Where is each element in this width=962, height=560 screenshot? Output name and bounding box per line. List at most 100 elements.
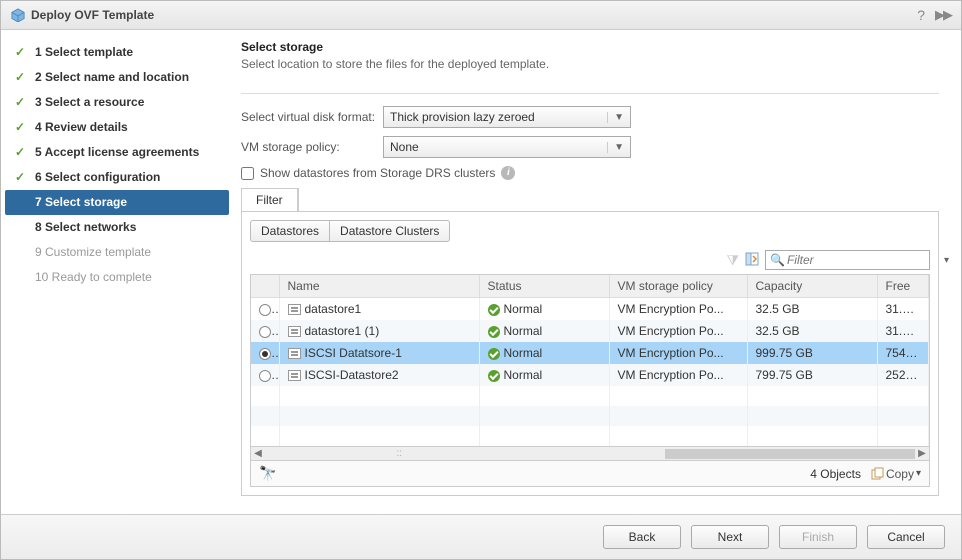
wizard-step-10: ✓ 10 Ready to complete bbox=[1, 265, 233, 290]
check-icon: ✓ bbox=[13, 270, 27, 284]
chevron-down-icon: ▾ bbox=[944, 255, 949, 266]
step-label: 3 Select a resource bbox=[35, 95, 144, 109]
row-radio[interactable] bbox=[259, 326, 271, 338]
wizard-step-3[interactable]: ✓ 3 Select a resource bbox=[1, 90, 233, 115]
status-ok-icon bbox=[488, 304, 500, 316]
wizard-sidebar: ✓1 Select template✓2 Select name and loc… bbox=[1, 30, 233, 514]
page-heading: Select storage bbox=[241, 40, 939, 54]
col-free-header[interactable]: Free bbox=[877, 275, 929, 298]
wizard-step-6[interactable]: ✓6 Select configuration bbox=[1, 165, 233, 190]
row-capacity: 32.5 GB bbox=[756, 302, 800, 316]
check-icon: ✓ bbox=[13, 195, 27, 209]
row-radio[interactable] bbox=[259, 370, 271, 382]
scroll-left-arrow[interactable]: ◀ bbox=[251, 448, 265, 459]
row-name: ISCSI Datatsore-1 bbox=[305, 346, 402, 360]
col-policy-header[interactable]: VM storage policy bbox=[609, 275, 747, 298]
wizard-step-1[interactable]: ✓1 Select template bbox=[1, 40, 233, 65]
row-status: Normal bbox=[504, 324, 543, 338]
step-label: 7 Select storage bbox=[35, 195, 127, 209]
wizard-step-9: ✓9 Customize template bbox=[1, 240, 233, 265]
row-capacity: 799.75 GB bbox=[756, 368, 813, 382]
check-icon: ✓ bbox=[13, 170, 27, 184]
subtab-datastores[interactable]: Datastores bbox=[250, 220, 330, 242]
chevron-down-icon: ▼ bbox=[607, 142, 624, 153]
finish-button: Finish bbox=[779, 525, 857, 549]
vm-policy-label: VM storage policy: bbox=[241, 140, 383, 154]
step-label: 4 Review details bbox=[35, 120, 128, 134]
copy-button[interactable]: Copy ▾ bbox=[871, 467, 921, 481]
expand-icon[interactable]: ▶▶ bbox=[935, 7, 951, 23]
datastore-icon bbox=[288, 348, 301, 359]
button-bar: Back Next Finish Cancel bbox=[1, 514, 961, 559]
column-resize-grip[interactable]: :: bbox=[396, 448, 402, 459]
tab-filter[interactable]: Filter bbox=[242, 189, 298, 211]
filter-tab-strip: Filter bbox=[241, 188, 299, 211]
row-name: datastore1 bbox=[305, 302, 362, 316]
row-radio[interactable] bbox=[259, 348, 271, 360]
help-icon[interactable]: ? bbox=[917, 7, 925, 23]
disk-format-dropdown[interactable]: Thick provision lazy zeroed ▼ bbox=[383, 106, 631, 128]
vm-policy-value: None bbox=[390, 140, 419, 154]
info-icon[interactable]: i bbox=[501, 166, 515, 180]
scroll-right-arrow[interactable]: ▶ bbox=[915, 448, 929, 459]
row-radio[interactable] bbox=[259, 304, 271, 316]
check-icon: ✓ bbox=[13, 220, 27, 234]
horizontal-scrollbar[interactable]: ◀ :: ▶ bbox=[251, 446, 929, 460]
row-name: ISCSI-Datastore2 bbox=[305, 368, 399, 382]
subtab-datastore-clusters[interactable]: Datastore Clusters bbox=[330, 220, 450, 242]
check-icon: ✓ bbox=[13, 145, 27, 159]
table-row[interactable]: datastore1 (1) Normal VM Encryption Po... 3… bbox=[251, 320, 929, 342]
empty-row bbox=[251, 386, 929, 406]
filter-funnel-icon[interactable]: ⧩ bbox=[727, 252, 740, 269]
disk-format-value: Thick provision lazy zeroed bbox=[390, 110, 535, 124]
datastore-icon bbox=[288, 304, 301, 315]
check-icon: ✓ bbox=[13, 120, 27, 134]
filter-input[interactable] bbox=[787, 253, 944, 267]
check-icon: ✓ bbox=[13, 95, 27, 109]
col-capacity-header[interactable]: Capacity bbox=[747, 275, 877, 298]
datastore-icon bbox=[288, 326, 301, 337]
step-label: 1 Select template bbox=[35, 45, 133, 59]
disk-format-label: Select virtual disk format: bbox=[241, 110, 383, 124]
vm-policy-dropdown[interactable]: None ▼ bbox=[383, 136, 631, 158]
step-label: 10 Ready to complete bbox=[35, 270, 152, 284]
col-status-header[interactable]: Status bbox=[479, 275, 609, 298]
binoculars-icon[interactable]: 🔭 bbox=[259, 465, 276, 482]
row-policy: VM Encryption Po... bbox=[618, 346, 724, 360]
wizard-step-7[interactable]: ✓ 7 Select storage bbox=[5, 190, 229, 215]
table-footer: 🔭 4 Objects Copy ▾ bbox=[250, 461, 930, 487]
column-toggle-icon[interactable] bbox=[745, 252, 759, 269]
row-capacity: 32.5 GB bbox=[756, 324, 800, 338]
row-free: 31.55 GB bbox=[886, 324, 929, 338]
row-free: 252.83 GB bbox=[886, 368, 929, 382]
row-capacity: 999.75 GB bbox=[756, 346, 813, 360]
wizard-step-8: ✓ 8 Select networks bbox=[1, 215, 233, 240]
wizard-step-4[interactable]: ✓ 4 Review details bbox=[1, 115, 233, 140]
filter-search-box[interactable]: 🔍 ▾ bbox=[765, 250, 930, 270]
row-status: Normal bbox=[504, 368, 543, 382]
cancel-button[interactable]: Cancel bbox=[867, 525, 945, 549]
scroll-thumb[interactable] bbox=[665, 449, 915, 459]
row-name: datastore1 (1) bbox=[305, 324, 380, 338]
table-row[interactable]: ISCSI Datatsore-1NormalVM Encryption Po.… bbox=[251, 342, 929, 364]
deploy-ovf-dialog: Deploy OVF Template ? ▶▶ ✓1 Select templ… bbox=[0, 0, 962, 560]
row-policy: VM Encryption Po... bbox=[618, 324, 724, 338]
wizard-step-2[interactable]: ✓2 Select name and location bbox=[1, 65, 233, 90]
empty-row bbox=[251, 426, 929, 446]
table-row[interactable]: datastore1 Normal VM Encryption Po... 32.5 … bbox=[251, 298, 929, 321]
col-name-header[interactable]: Name bbox=[279, 275, 479, 298]
next-button[interactable]: Next bbox=[691, 525, 769, 549]
step-label: 8 Select networks bbox=[35, 220, 136, 234]
check-icon: ✓ bbox=[13, 70, 27, 84]
status-ok-icon bbox=[488, 348, 500, 360]
col-radio-header bbox=[251, 275, 279, 298]
object-count: 4 Objects bbox=[810, 467, 861, 481]
row-policy: VM Encryption Po... bbox=[618, 302, 724, 316]
empty-row bbox=[251, 406, 929, 426]
back-button[interactable]: Back bbox=[603, 525, 681, 549]
wizard-step-5[interactable]: ✓5 Accept license agreements bbox=[1, 140, 233, 165]
row-status: Normal bbox=[504, 302, 543, 316]
table-row[interactable]: ISCSI-Datastore2NormalVM Encryption Po..… bbox=[251, 364, 929, 386]
filter-panel: Datastores Datastore Clusters ⧩ 🔍 ▾ bbox=[241, 211, 939, 496]
drs-checkbox[interactable] bbox=[241, 167, 254, 180]
